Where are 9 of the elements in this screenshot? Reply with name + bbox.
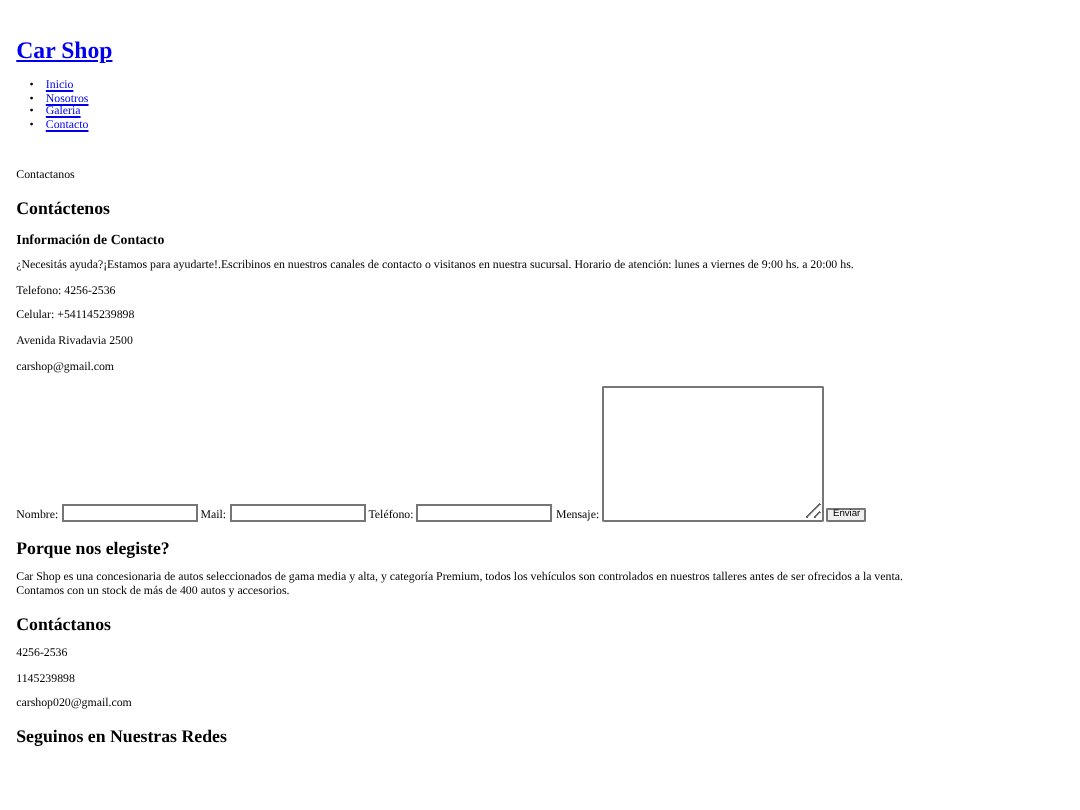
input-field[interactable]	[416, 504, 553, 523]
input-field[interactable]	[61, 504, 198, 523]
contact-heading: Contáctenos	[16, 198, 112, 219]
site-title-link[interactable]: Car Shop	[16, 35, 113, 64]
about-heading: Porque nos elegiste?	[16, 537, 172, 558]
input-field[interactable]	[229, 504, 366, 523]
contact-heading: Contáctanos	[16, 613, 113, 634]
message-field[interactable]	[602, 386, 824, 523]
social-heading: Seguinos en Nuestras Redes	[16, 726, 229, 747]
